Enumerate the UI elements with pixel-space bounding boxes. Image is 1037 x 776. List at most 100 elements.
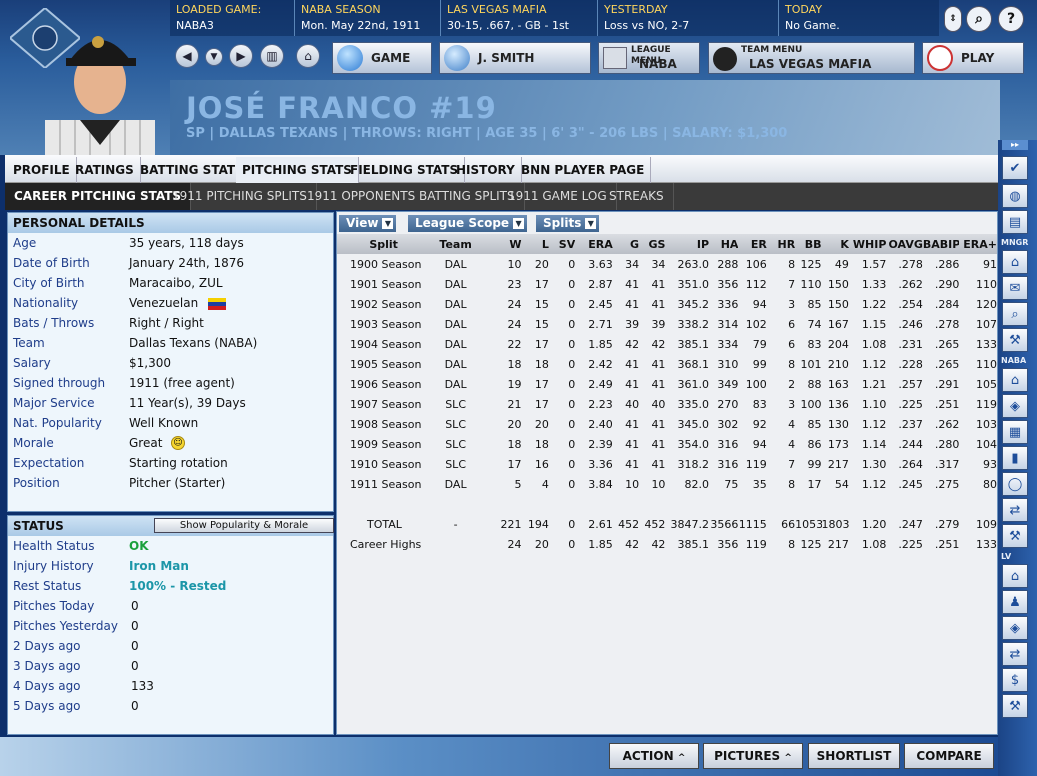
table-cell: 345.2 [677, 297, 710, 311]
finances-icon[interactable]: $ [1002, 668, 1028, 692]
detail-key: City of Birth [13, 276, 85, 290]
compare-button[interactable]: COMPARE [904, 743, 994, 769]
column-header[interactable]: W [481, 234, 521, 254]
transactions-icon[interactable]: ⇄ [1002, 642, 1028, 666]
splits-dropdown[interactable]: Splits ▼ [536, 215, 600, 232]
game-button[interactable]: GAME [332, 42, 432, 74]
column-header[interactable]: ERA+ [959, 234, 997, 254]
home-icon[interactable]: ⌂ [296, 44, 320, 68]
standings-icon[interactable]: ▦ [1002, 420, 1028, 444]
book-icon[interactable]: ▤ [1002, 210, 1028, 234]
window-controls-icon[interactable]: ⇕ [944, 6, 962, 32]
column-header[interactable]: Team [430, 234, 481, 254]
column-header[interactable]: K [822, 234, 849, 254]
subtab-opponents-batting-splits[interactable]: 1911 OPPONENTS BATTING SPLITS [298, 183, 525, 210]
collapse-arrows-icon[interactable]: ▸▸ [1002, 140, 1028, 150]
chevron-down-icon: ▼ [513, 218, 525, 229]
table-cell: 49 [834, 257, 849, 271]
table-cell: 349 [717, 377, 739, 391]
bar-chart-icon[interactable]: ▮ [1002, 446, 1028, 470]
shortlist-button[interactable]: SHORTLIST [808, 743, 900, 769]
table-cell: .251 [934, 397, 960, 411]
table-cell: 105 [976, 377, 997, 391]
league-scope-dropdown[interactable]: League Scope ▼ [408, 215, 528, 232]
tab-profile[interactable]: PROFILE [7, 157, 77, 183]
table-cell: 2.61 [588, 517, 613, 531]
play-button[interactable]: PLAY [922, 42, 1024, 74]
column-header[interactable]: ERA [575, 234, 613, 254]
wrench-icon[interactable]: ⚒ [1002, 328, 1028, 352]
column-header[interactable]: HA [709, 234, 739, 254]
manager-button[interactable]: J. SMITH [439, 42, 591, 74]
team-menu-value: LAS VEGAS MAFIA [749, 57, 872, 71]
bookmark-icon[interactable]: ▥ [260, 44, 284, 68]
table-cell: .265 [934, 357, 960, 371]
magnifier-icon[interactable]: ⌕ [1002, 302, 1028, 326]
detail-row: Age 35 years, 118 days [8, 233, 333, 253]
column-header[interactable]: G [613, 234, 639, 254]
tab-fielding-stats[interactable]: FIELDING STATS [344, 157, 466, 183]
table-cell: 1908 Season [350, 417, 422, 431]
subtab-game-log[interactable]: 1911 GAME LOG [499, 183, 617, 210]
column-header[interactable]: BABIP [923, 234, 959, 254]
tab-ratings[interactable]: RATINGS [69, 157, 141, 183]
baseball-icon[interactable]: ◯ [1002, 472, 1028, 496]
tab-pitching-stats[interactable]: PITCHING STATS [236, 157, 359, 183]
search-icon[interactable]: ⌕ [966, 6, 992, 32]
column-header[interactable]: BB [795, 234, 822, 254]
table-cell: 318.2 [677, 457, 710, 471]
table-cell: 136 [827, 397, 849, 411]
wrench-icon[interactable]: ⚒ [1002, 694, 1028, 718]
table-cell: 0 [568, 337, 576, 351]
back-arrow-icon[interactable]: ◀ [175, 44, 199, 68]
tab-bnn-player-page[interactable]: BNN PLAYER PAGE [515, 157, 652, 183]
column-header[interactable]: ER [738, 234, 767, 254]
today-info: TODAY No Game. [779, 0, 939, 36]
tab-history[interactable]: HISTORY [450, 157, 522, 183]
detail-value: Starting rotation [129, 456, 228, 470]
subtab-pitching-splits[interactable]: 1911 PITCHING SPLITS [163, 183, 317, 210]
column-header[interactable]: HR [767, 234, 795, 254]
mail-icon[interactable]: ✉ [1002, 276, 1028, 300]
column-header[interactable]: L [522, 234, 549, 254]
team-record-info: LAS VEGAS MAFIA 30-15, .667, - GB - 1st [441, 0, 598, 36]
show-popularity-morale-button[interactable]: Show Popularity & Morale [154, 518, 334, 533]
personal-details-panel: PERSONAL DETAILS Age 35 years, 118 days D… [7, 212, 334, 512]
view-dropdown[interactable]: View ▼ [339, 215, 397, 232]
globe-icon[interactable]: ◍ [1002, 184, 1028, 208]
wrench-icon[interactable]: ⚒ [1002, 524, 1028, 548]
home-icon[interactable]: ⌂ [1002, 564, 1028, 588]
diamond-icon[interactable]: ◈ [1002, 616, 1028, 640]
table-cell: 21 [507, 397, 522, 411]
transactions-icon[interactable]: ⇄ [1002, 498, 1028, 522]
subtab-streaks[interactable]: STREAKS [600, 183, 674, 210]
personal-details-title: PERSONAL DETAILS [8, 213, 333, 233]
roster-icon[interactable]: ♟ [1002, 590, 1028, 614]
column-header[interactable]: IP [665, 234, 709, 254]
table-cell: 41 [651, 357, 666, 371]
pictures-menu-button[interactable]: PICTURES ^ [703, 743, 803, 769]
history-dropdown-icon[interactable]: ▼ [205, 48, 223, 66]
column-header[interactable]: OAVG [886, 234, 923, 254]
table-cell: .279 [934, 517, 960, 531]
column-header[interactable]: Split [337, 234, 430, 254]
table-cell: 2.45 [588, 297, 613, 311]
team-menu-button[interactable]: TEAM MENU LAS VEGAS MAFIA [708, 42, 915, 74]
column-header[interactable]: GS [639, 234, 665, 254]
table-cell: .290 [934, 277, 960, 291]
table-cell: 39 [651, 317, 666, 331]
league-menu-button[interactable]: LEAGUE MENU NABA [598, 42, 700, 74]
home-icon[interactable]: ⌂ [1002, 250, 1028, 274]
table-cell: 316 [717, 437, 739, 451]
column-header[interactable]: SV [549, 234, 575, 254]
table-cell: .291 [934, 377, 960, 391]
checkmark-icon[interactable]: ✔ [1002, 156, 1028, 180]
help-icon[interactable]: ? [998, 6, 1024, 32]
column-header[interactable]: WHIP [849, 234, 887, 254]
action-menu-button[interactable]: ACTION ^ [609, 743, 699, 769]
diamond-icon[interactable]: ◈ [1002, 394, 1028, 418]
forward-arrow-icon[interactable]: ▶ [229, 44, 253, 68]
table-cell: 110 [976, 357, 997, 371]
home-icon[interactable]: ⌂ [1002, 368, 1028, 392]
tab-batting-stats[interactable]: BATTING STATS [134, 157, 251, 183]
